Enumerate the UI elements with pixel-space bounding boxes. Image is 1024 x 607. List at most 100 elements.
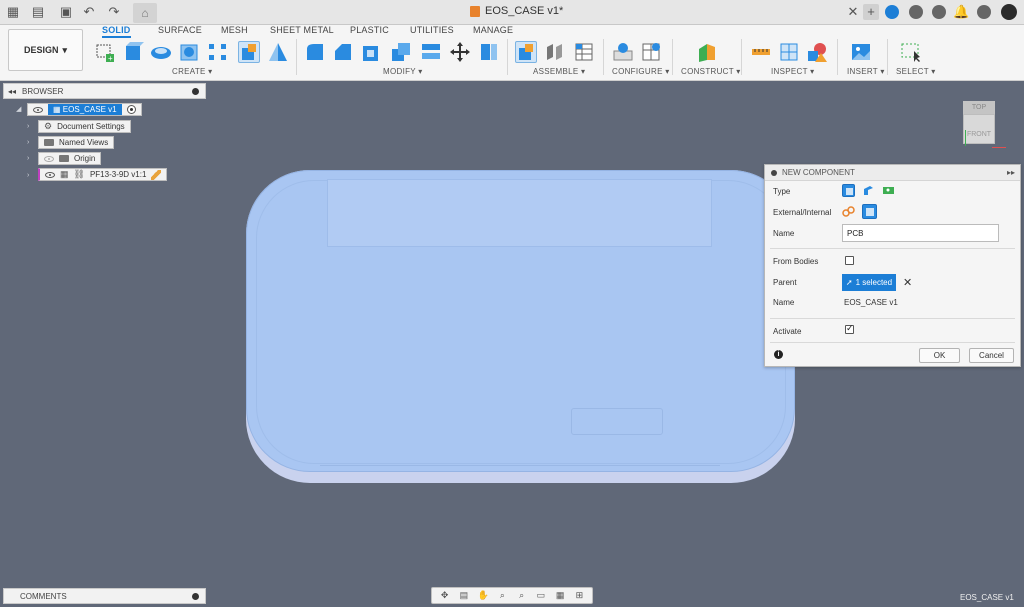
display-component-colors-tool[interactable]: [806, 41, 828, 63]
fillet-tool[interactable]: [332, 41, 354, 63]
extensions-icon[interactable]: [885, 5, 899, 19]
rectangular-pattern-tool[interactable]: [206, 41, 228, 63]
notification-bell-icon[interactable]: 🔔: [953, 4, 969, 20]
zoom-icon[interactable]: ⌕: [497, 590, 508, 601]
clear-selection-icon[interactable]: ✕: [903, 276, 912, 289]
extrude-tool[interactable]: [122, 41, 144, 63]
edit-pencil-icon[interactable]: [151, 169, 162, 180]
tab-plastic[interactable]: PLASTIC: [350, 25, 389, 35]
named-views-node[interactable]: Named Views: [38, 136, 115, 149]
expand-arrow-icon[interactable]: ›: [27, 172, 29, 179]
activate-checkbox[interactable]: [845, 323, 854, 334]
dialog-header[interactable]: NEW COMPONENT ▸▸: [765, 165, 1020, 181]
visibility-eye-icon[interactable]: [33, 106, 43, 113]
from-bodies-checkbox[interactable]: [845, 256, 854, 265]
document-settings-node[interactable]: ⚙ Document Settings: [38, 120, 131, 133]
document-tab[interactable]: EOS_CASE v1*: [470, 5, 563, 17]
panel-pin-icon[interactable]: [192, 87, 199, 95]
expand-arrow-icon[interactable]: ›: [27, 123, 29, 130]
ok-button[interactable]: OK: [919, 348, 960, 363]
tab-surface[interactable]: SURFACE: [158, 25, 202, 35]
app-grid-icon[interactable]: ▦: [5, 4, 21, 20]
construct-plane-tool[interactable]: [696, 41, 718, 63]
tab-sheet-metal[interactable]: SHEET METAL: [270, 25, 334, 35]
combine-tool[interactable]: [390, 41, 412, 63]
shell-tool[interactable]: [360, 41, 382, 63]
new-component-tool[interactable]: [238, 41, 260, 63]
select-tool[interactable]: [900, 41, 922, 63]
component-name-field[interactable]: [842, 224, 999, 242]
group-assemble[interactable]: ASSEMBLE ▾: [533, 67, 585, 76]
browser-panel-header[interactable]: ◂◂ BROWSER: [3, 83, 206, 99]
info-icon[interactable]: i: [774, 350, 783, 359]
type-pcb-button[interactable]: [882, 184, 895, 197]
user-avatar[interactable]: [1001, 4, 1017, 20]
press-pull-tool[interactable]: [304, 41, 326, 63]
save-icon[interactable]: ▣: [58, 4, 74, 20]
origin-node[interactable]: Origin: [38, 152, 102, 165]
browser-item-document-settings[interactable]: ⚙ Document Settings: [38, 120, 131, 133]
grid-settings-icon[interactable]: ▦: [555, 590, 566, 601]
revolve-tool[interactable]: [150, 41, 172, 63]
expand-arrow-icon[interactable]: ›: [27, 155, 29, 162]
group-inspect[interactable]: INSPECT ▾: [771, 67, 814, 76]
undo-icon[interactable]: ↶: [81, 4, 97, 20]
collapse-panel-icon[interactable]: ◂◂: [8, 87, 16, 96]
view-cube[interactable]: TOP FRONT: [963, 101, 997, 145]
tab-utilities[interactable]: UTILITIES: [410, 25, 454, 35]
type-standard-button[interactable]: [842, 184, 855, 197]
view-cube-front[interactable]: FRONT: [963, 114, 995, 144]
workspace-dropdown[interactable]: DESIGN ▾: [8, 29, 83, 71]
cancel-button[interactable]: Cancel: [969, 348, 1014, 363]
browser-item-origin[interactable]: Origin: [38, 152, 102, 165]
help-icon[interactable]: [977, 5, 991, 19]
group-insert[interactable]: INSERT ▾: [847, 67, 885, 76]
joint-tool[interactable]: [544, 41, 566, 63]
data-panel-icon[interactable]: [932, 5, 946, 19]
add-comment-icon[interactable]: [192, 592, 199, 600]
offset-face-tool[interactable]: [420, 41, 442, 63]
parent-selection-button[interactable]: ➚ 1 selected: [842, 274, 896, 291]
expand-dialog-icon[interactable]: ▸▸: [1007, 168, 1015, 177]
expand-arrow-icon[interactable]: ◢: [16, 105, 21, 113]
create-sketch-tool[interactable]: +: [94, 41, 116, 63]
mirror-tool[interactable]: [267, 41, 289, 63]
pan-hand-icon[interactable]: ✋: [478, 590, 489, 601]
comments-panel[interactable]: COMMENTS: [3, 588, 206, 604]
browser-item-root[interactable]: ▦ EOS_CASE v1: [27, 103, 142, 116]
measure-tool[interactable]: [750, 41, 772, 63]
file-menu-icon[interactable]: ▤: [30, 4, 46, 20]
group-select[interactable]: SELECT ▾: [896, 67, 936, 76]
redo-icon[interactable]: ↷: [106, 4, 122, 20]
activate-radio-icon[interactable]: [126, 105, 136, 114]
pf13-node[interactable]: ▦ ⛓ PF13-3-9D v1:1: [38, 168, 168, 181]
group-modify[interactable]: MODIFY ▾: [383, 67, 423, 76]
viewports-icon[interactable]: ⊞: [574, 590, 585, 601]
close-tab-icon[interactable]: ✕: [845, 4, 861, 20]
expand-arrow-icon[interactable]: ›: [27, 139, 29, 146]
orbit-icon[interactable]: ✥: [439, 590, 450, 601]
move-copy-tool[interactable]: [449, 41, 471, 63]
fit-zoom-icon[interactable]: ⌕: [516, 590, 527, 601]
configure-tool[interactable]: [612, 41, 634, 63]
job-status-icon[interactable]: [909, 5, 923, 19]
insert-image-tool[interactable]: [850, 41, 872, 63]
configure-table-tool[interactable]: [640, 41, 662, 63]
visibility-eye-icon[interactable]: [45, 171, 55, 178]
internal-button[interactable]: [862, 204, 877, 219]
assemble-new-component-tool[interactable]: [515, 41, 537, 63]
display-settings-icon[interactable]: ▭: [535, 590, 546, 601]
group-construct[interactable]: CONSTRUCT ▾: [681, 67, 741, 76]
external-button[interactable]: [842, 205, 855, 218]
group-create[interactable]: CREATE ▾: [172, 67, 213, 76]
type-sheet-metal-button[interactable]: [862, 184, 875, 197]
view-cube-top[interactable]: TOP: [963, 101, 995, 115]
tab-solid[interactable]: SOLID: [102, 25, 131, 38]
tab-mesh[interactable]: MESH: [221, 25, 248, 35]
group-configure[interactable]: CONFIGURE ▾: [612, 67, 670, 76]
hole-tool[interactable]: [178, 41, 200, 63]
home-button[interactable]: ⌂: [133, 3, 157, 23]
bill-of-materials-tool[interactable]: [573, 41, 595, 63]
visibility-eye-icon[interactable]: [44, 155, 54, 162]
tab-manage[interactable]: MANAGE: [473, 25, 513, 35]
